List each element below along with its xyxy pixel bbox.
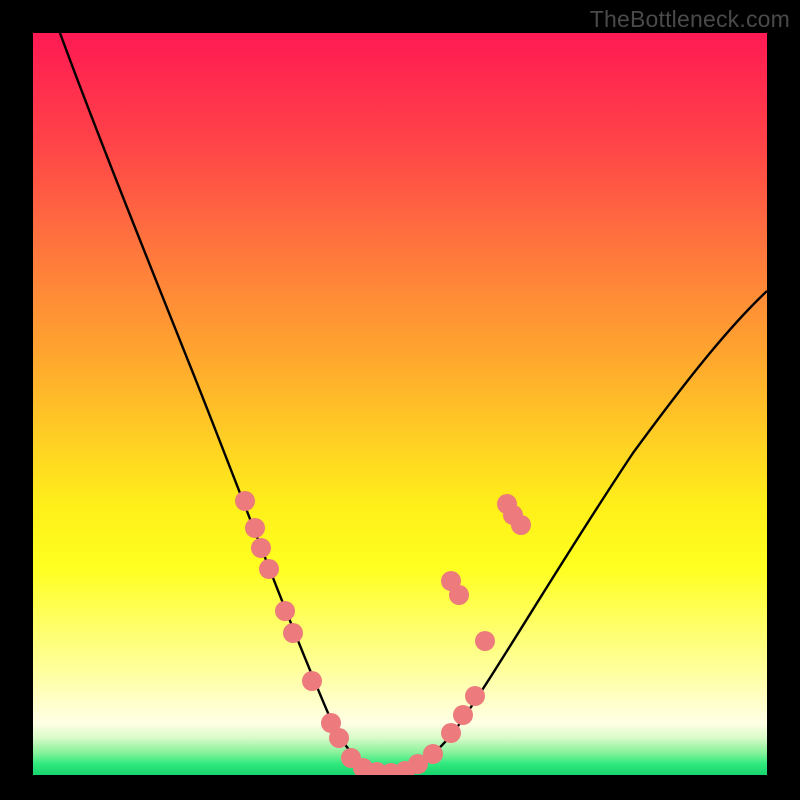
data-markers: [235, 491, 531, 775]
bottleneck-curve-svg: [33, 33, 767, 775]
watermark-text: TheBottleneck.com: [590, 6, 790, 33]
bottleneck-curve: [60, 33, 767, 773]
plot-area: [33, 33, 767, 775]
chart-frame: TheBottleneck.com: [0, 0, 800, 800]
